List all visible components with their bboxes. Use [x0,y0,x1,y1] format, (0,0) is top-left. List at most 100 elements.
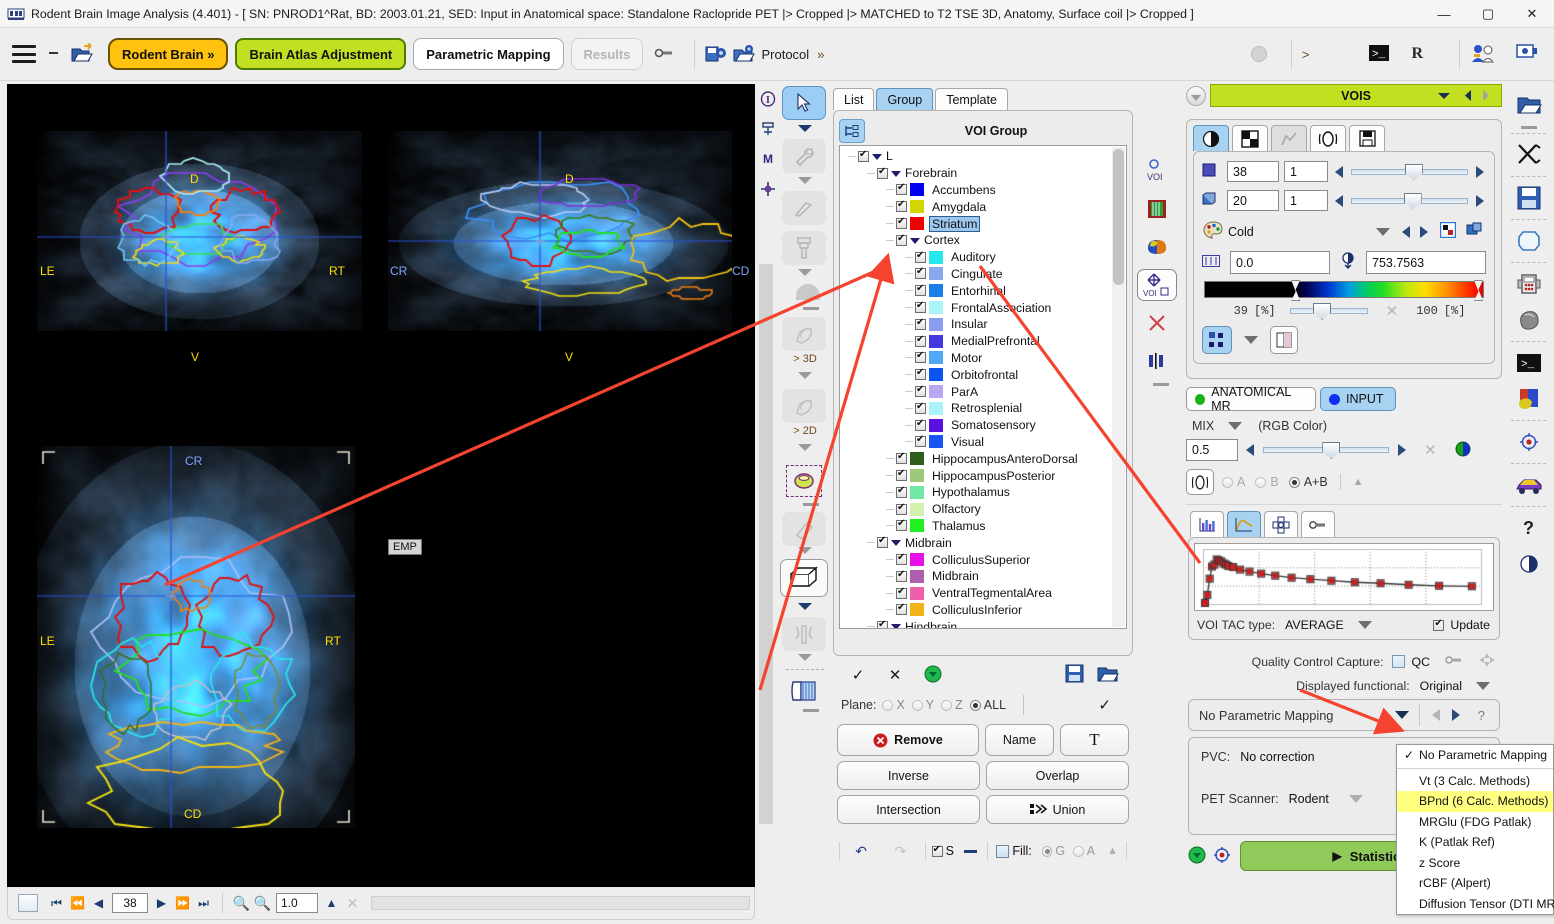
car-icon[interactable] [1512,470,1546,500]
slice-step-input[interactable]: 1 [1284,161,1328,182]
voi-checkbox[interactable] [915,384,926,398]
voi-checkbox[interactable] [877,166,888,179]
voi-tree-item[interactable]: Midbrain [840,534,1110,551]
voi-tree-item[interactable]: Cortex [840,232,1110,249]
slab-tool[interactable] [790,678,818,707]
palette-icon[interactable] [1202,221,1228,242]
voi-color-swatch[interactable] [929,284,943,298]
voi-tree-item[interactable]: Striatum [840,215,1110,232]
voi-tree-item[interactable]: Motor [840,350,1110,367]
colortable-prev-icon[interactable] [1400,225,1413,239]
voi-tree-item[interactable]: Amygdala [840,198,1110,215]
voi-checkbox[interactable] [896,485,907,498]
voi-color-swatch[interactable] [910,183,924,197]
voi-checkbox[interactable] [915,266,926,280]
layout-square-icon[interactable] [18,894,38,912]
voi-tree-item[interactable]: VentralTegmentalArea [840,585,1110,602]
chevron-down-icon[interactable] [891,537,902,548]
voi-tree-item[interactable]: Retrosplenial [840,400,1110,417]
target-icon[interactable] [1512,427,1546,457]
remove-button[interactable]: Remove [837,724,979,756]
range-min-input[interactable]: 0.0 [1230,251,1330,274]
voi-checkbox[interactable] [915,317,926,330]
plane-radio-x[interactable] [882,699,894,711]
volume-input[interactable]: 20 [1227,190,1279,211]
monitor-icon[interactable] [1516,43,1538,65]
sagittal-image[interactable] [388,131,732,331]
voi-tree-item[interactable]: Forebrain [840,165,1110,182]
tree-expand-icon[interactable] [839,119,865,143]
voi-color-swatch[interactable] [929,368,943,382]
voi-color-swatch[interactable] [929,401,943,415]
voi-color-swatch[interactable] [910,502,924,516]
more-green-icon[interactable] [915,665,951,686]
voi-color-swatch[interactable] [929,418,943,432]
percent-slider[interactable] [1289,303,1368,320]
colortable-next-icon[interactable] [1417,225,1430,239]
marker-tool[interactable] [786,465,822,497]
histogram-tab[interactable] [1190,511,1224,537]
voi-brain-icon[interactable] [1137,231,1177,263]
mix-dropdown-icon[interactable] [1228,421,1243,431]
volume-prev-icon[interactable] [1333,194,1346,208]
save-tab[interactable] [1349,125,1385,151]
tac-type-dropdown-icon[interactable] [1357,620,1372,630]
voi-tree-item[interactable]: Midbrain [840,568,1110,585]
voi-tree-item[interactable]: Thalamus [840,518,1110,535]
tac-update-checkbox[interactable] [1433,618,1445,631]
save-icon[interactable] [1057,664,1091,686]
open-folder-icon[interactable] [1091,665,1125,686]
displayed-functional-dropdown-icon[interactable] [1476,681,1490,691]
voi-checkbox[interactable] [896,199,907,213]
nav-button-brain-atlas-adjustment[interactable]: Brain Atlas Adjustment [235,38,407,70]
info-icon[interactable]: I [758,88,778,110]
voi-color-swatch[interactable] [929,317,943,331]
fill-radio-a[interactable] [1073,845,1084,857]
voi-checkbox[interactable] [896,451,907,465]
hamburger-icon[interactable] [12,45,36,63]
settings-tab[interactable] [1264,511,1298,537]
voi-tree-item[interactable]: MedialPrefrontal [840,333,1110,350]
mix-slider[interactable] [1263,442,1389,459]
voi-checkbox[interactable] [858,149,869,162]
ab-radio-b[interactable] [1255,476,1267,488]
prev-icon[interactable] [1463,89,1473,105]
terminal-icon[interactable]: >_ [1512,348,1546,378]
voi-tab[interactable] [1310,125,1346,151]
next-icon[interactable] [1481,89,1491,105]
close-button[interactable]: ✕ [1510,0,1554,28]
expand-up-icon[interactable]: ▲ [1107,845,1118,857]
fast-forward-icon[interactable]: ⏩ [173,893,192,913]
r-label[interactable]: R [1411,45,1423,63]
plane-radio-all[interactable] [969,699,981,711]
voi-tree-item[interactable]: Entorhinal [840,282,1110,299]
series-input[interactable]: INPUT [1320,387,1396,411]
tab-template[interactable]: Template [935,88,1008,110]
link-tab[interactable] [1301,511,1335,537]
voi-checkbox[interactable] [915,434,926,448]
ab-expand-up-icon[interactable]: ▲ [1353,476,1364,488]
voi-color-swatch[interactable] [910,569,924,583]
voi-tree-item[interactable]: Visual [840,434,1110,451]
slice-input[interactable]: 38 [1227,161,1279,182]
help-icon[interactable]: ? [1512,513,1546,543]
terminal-icon[interactable]: >_ [1369,44,1390,64]
intersection-button[interactable]: Intersection [837,795,980,824]
plane-radio-z[interactable] [941,699,953,711]
s-checkbox[interactable] [931,844,943,857]
voi-tree-item[interactable]: Somatosensory [840,417,1110,434]
box-tool-dropdown[interactable] [798,603,812,612]
save-icon[interactable] [1512,183,1546,213]
voi-stats-icon[interactable]: VOI [1137,155,1177,187]
link-icon[interactable] [654,46,676,63]
volume-next-icon[interactable] [1473,194,1486,208]
voi-texture-icon[interactable] [1137,193,1177,225]
parametric-mapping-menu[interactable]: No Parametric Mapping Vt (3 Calc. Methods… [1396,744,1554,915]
crosshair-icon[interactable] [758,178,778,200]
undo-icon[interactable]: ↶ [840,843,882,860]
volume-step-input[interactable]: 1 [1284,190,1328,211]
voi-color-swatch[interactable] [929,301,943,315]
voi-checkbox[interactable] [896,502,907,515]
green-circle-icon[interactable] [1188,846,1206,867]
voi-tree-scrollbar[interactable] [1112,147,1125,627]
